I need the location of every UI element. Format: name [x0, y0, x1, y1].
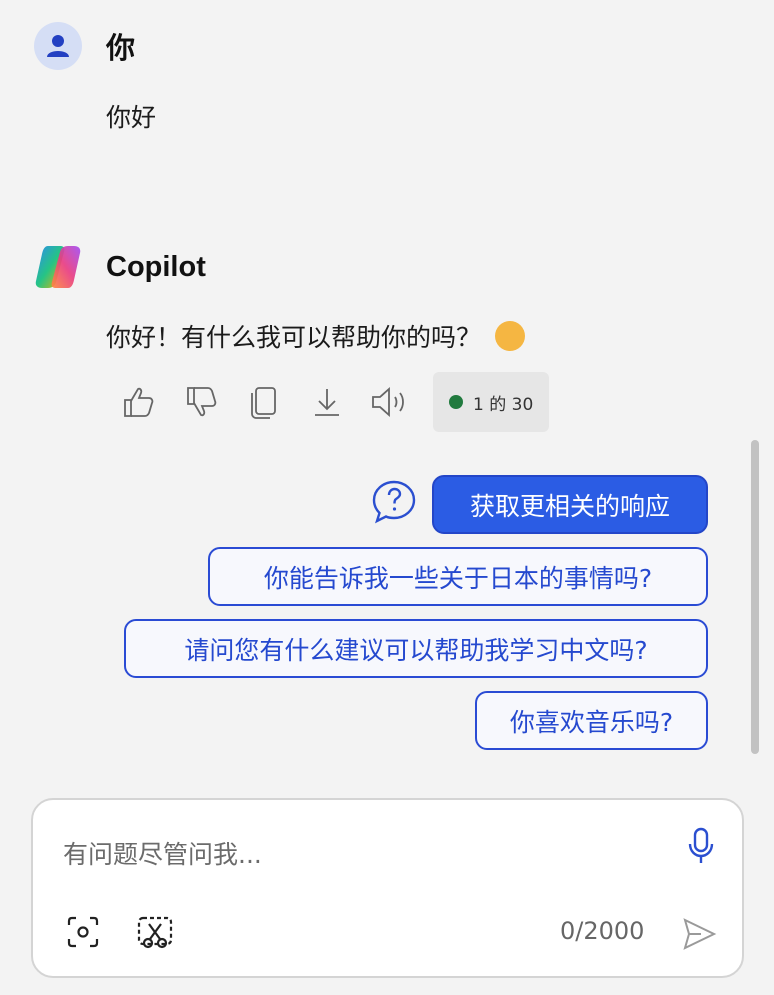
character-count: 0/2000: [560, 917, 645, 945]
screenshot-button[interactable]: [135, 914, 175, 952]
copy-button[interactable]: [244, 382, 284, 422]
microphone-icon: [688, 827, 714, 863]
read-aloud-button[interactable]: [370, 382, 410, 422]
copilot-message-text-row: 你好！有什么我可以帮助你的吗？ 😊: [106, 318, 526, 354]
snip-scissors-icon: [137, 916, 173, 949]
response-actions: 1 的 30: [118, 372, 550, 432]
camera-scan-icon: [67, 916, 99, 948]
user-message-text: 你好: [106, 103, 157, 132]
copilot-author-name: Copilot: [106, 250, 206, 283]
copy-icon: [251, 387, 276, 419]
response-counter-text: 1 的 30: [473, 394, 534, 415]
microphone-button[interactable]: [681, 824, 721, 868]
send-button[interactable]: [679, 914, 719, 954]
composer: 0/2000: [31, 798, 744, 978]
smile-emoji: 😊: [495, 321, 526, 351]
suggestion-chip-1[interactable]: 你能告诉我一些关于日本的事情吗?: [208, 547, 708, 606]
download-button[interactable]: [307, 382, 347, 422]
thumbs-up-icon: [124, 387, 154, 417]
user-message-header: 你: [34, 22, 135, 70]
get-relevant-response-button[interactable]: 获取更相关的响应: [432, 475, 708, 534]
question-bubble-icon: [372, 480, 416, 524]
user-avatar: [34, 22, 82, 70]
dislike-button[interactable]: [181, 382, 221, 422]
copilot-message-text: 你好！有什么我可以帮助你的吗？: [106, 323, 482, 352]
like-button[interactable]: [118, 382, 158, 422]
thumbs-down-icon: [187, 387, 217, 417]
help-button[interactable]: [371, 479, 417, 525]
user-author-name: 你: [106, 33, 136, 65]
chat-input[interactable]: [63, 832, 663, 876]
scrollbar-thumb[interactable]: [751, 440, 759, 754]
visual-search-button[interactable]: [65, 914, 101, 950]
response-counter: 1 的 30: [433, 372, 550, 432]
copilot-message-header: Copilot: [34, 244, 206, 290]
send-icon: [683, 918, 717, 950]
suggestion-chip-2[interactable]: 请问您有什么建议可以帮助我学习中文吗?: [124, 619, 708, 678]
status-dot: [449, 395, 463, 409]
person-icon: [47, 35, 69, 57]
suggestion-chip-3[interactable]: 你喜欢音乐吗?: [475, 691, 708, 750]
download-icon: [315, 389, 339, 416]
speaker-icon: [372, 386, 404, 418]
copilot-logo-icon: [35, 246, 81, 288]
